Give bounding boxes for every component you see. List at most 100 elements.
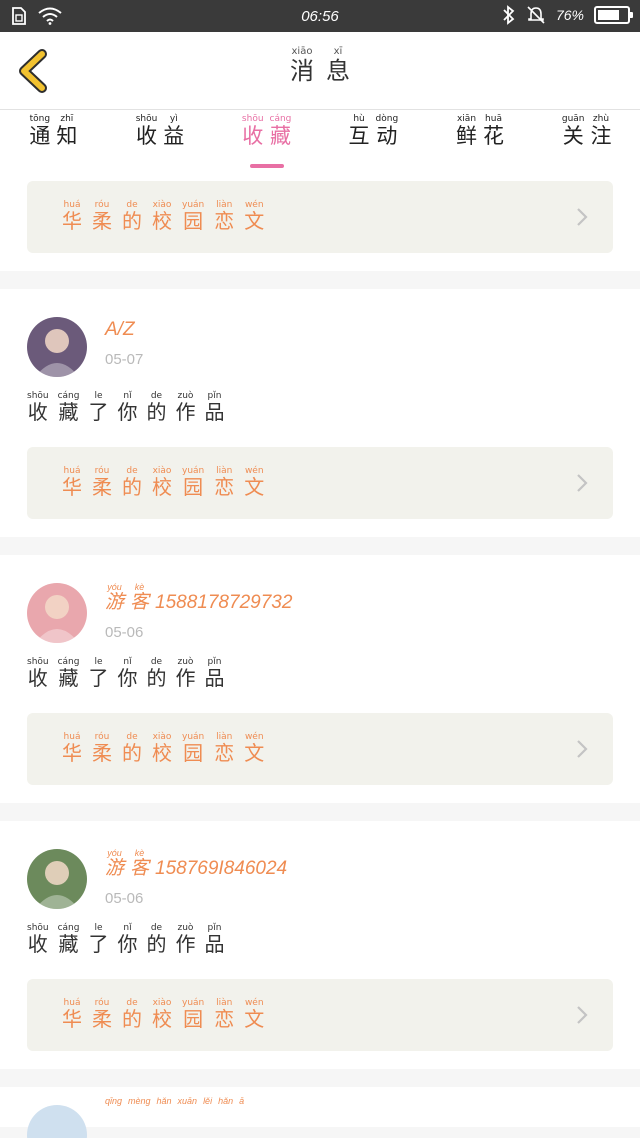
work-title-pinyin: róu — [92, 200, 112, 210]
tab-label-char: 鲜xiān — [456, 114, 478, 148]
work-title-pinyin: liàn — [214, 998, 235, 1008]
avatar[interactable] — [27, 1105, 87, 1138]
tab-label-char: 互hù — [348, 114, 370, 148]
work-title-pinyin: róu — [92, 732, 112, 742]
work-title-pinyin: liàn — [214, 466, 235, 476]
work-title-char: 文wén — [244, 200, 265, 233]
work-title-char: 校xiào — [152, 998, 172, 1031]
action-text-pinyin: nǐ — [117, 923, 138, 933]
work-title-char: 华huá — [62, 732, 82, 765]
username-text: 158769I846024 — [155, 858, 288, 879]
action-text-char: 收shōu — [27, 923, 49, 956]
username[interactable]: A/Z — [105, 317, 143, 343]
partial-username-char: qīng — [105, 1096, 122, 1129]
work-title-pinyin: yuán — [182, 998, 205, 1008]
work-title-pinyin: yuán — [182, 466, 205, 476]
partial-username-pinyin: xuān — [177, 1096, 198, 1106]
bell-muted-icon — [527, 6, 545, 24]
work-title-pinyin: róu — [92, 998, 112, 1008]
list-item-partial-bottom: qīng mèng hǎn xuān lěi hǎn ā — [0, 1087, 640, 1138]
username[interactable]: 游yóu客kè158769I846024 — [105, 848, 288, 882]
tab-label-pinyin: hù — [348, 114, 370, 124]
username-prefix-pinyin: yóu — [105, 582, 125, 592]
work-title-pinyin: huá — [62, 200, 82, 210]
action-text-char: 藏cáng — [57, 391, 80, 424]
action-text-pinyin: zuò — [175, 391, 196, 401]
action-text-char: 收shōu — [27, 391, 49, 424]
action-text-pinyin: de — [146, 391, 167, 401]
work-title-pinyin: de — [122, 998, 142, 1008]
action-text-pinyin: de — [146, 923, 167, 933]
username[interactable]: 游yóu客kè1588178729732 — [105, 582, 292, 616]
work-title-pinyin: wén — [244, 466, 265, 476]
action-text-pinyin: cáng — [57, 923, 80, 933]
partial-username-char: hǎn — [218, 1096, 233, 1129]
username-prefix-pinyin: yóu — [105, 848, 125, 858]
list-item: A/Z 05-07 收shōu 藏cáng 了le 你nǐ 的de 作zuò 品pǐn 华huá 柔… — [0, 289, 640, 537]
work-title-char: 柔róu — [92, 200, 112, 233]
tab-label-char: 关guān — [561, 114, 585, 148]
work-title-char: 园yuán — [182, 466, 205, 499]
partial-username-char: hǎn — [157, 1096, 172, 1129]
work-title-pinyin: huá — [62, 998, 82, 1008]
partial-username-pinyin: qīng — [105, 1096, 123, 1106]
action-text-pinyin: de — [146, 657, 167, 667]
tab-interaction[interactable]: 互hù动dòng — [320, 110, 427, 170]
work-title-pinyin: wén — [244, 732, 265, 742]
work-title-char: 校xiào — [152, 732, 172, 765]
partial-username-char: lěi — [203, 1096, 212, 1129]
action-text-pinyin: zuò — [175, 923, 196, 933]
list-item-partial-top: 华huá 柔róu 的de 校xiào 园yuán 恋liàn 文wén — [0, 170, 640, 271]
work-link[interactable]: 华huá 柔róu 的de 校xiào 园yuán 恋liàn 文wén — [27, 447, 613, 519]
work-title-char: 柔róu — [92, 998, 112, 1031]
work-title-char: 柔róu — [92, 466, 112, 499]
tab-label-char: 花huā — [483, 114, 505, 148]
work-title-char: 恋liàn — [214, 998, 235, 1031]
collection-messages-screen: 06:56 76% 消xiāo息xī 通tōng知zhī 收shōu益yì 收shō… — [0, 0, 640, 1138]
avatar[interactable] — [27, 849, 87, 909]
status-bar: 06:56 76% — [0, 0, 640, 32]
partial-username-pinyin: mèng — [128, 1096, 151, 1106]
date: 05-06 — [105, 624, 144, 641]
action-text-char: 你nǐ — [117, 657, 138, 690]
action-text-pinyin: le — [88, 657, 109, 667]
tab-notice[interactable]: 通tōng知zhī — [0, 110, 107, 170]
work-title-char: 园yuán — [182, 998, 205, 1031]
work-title-pinyin: yuán — [182, 732, 205, 742]
action-text-char: 收shōu — [27, 657, 49, 690]
work-title-char: 华huá — [62, 998, 82, 1031]
tab-flowers[interactable]: 鲜xiān花huā — [427, 110, 534, 170]
chevron-right-icon — [577, 208, 588, 226]
tab-label-char: 动dòng — [375, 114, 399, 148]
tab-label-pinyin: shōu — [135, 114, 158, 124]
work-title: 华huá 柔róu 的de 校xiào 园yuán 恋liàn 文wén — [57, 200, 269, 234]
tab-label-char: 注zhù — [590, 114, 612, 148]
tab-label-pinyin: shōu — [241, 114, 264, 124]
avatar[interactable] — [27, 583, 87, 643]
action-text: 收shōu 藏cáng 了le 你nǐ 的de 作zuò 品pǐn — [27, 923, 613, 957]
username[interactable]: qīng mèng hǎn xuān lěi hǎn ā — [105, 1096, 250, 1132]
chevron-right-icon — [577, 1006, 588, 1024]
work-title-pinyin: liàn — [214, 200, 235, 210]
tab-collection[interactable]: 收shōu藏cáng — [213, 110, 320, 170]
work-link[interactable]: 华huá 柔róu 的de 校xiào 园yuán 恋liàn 文wén — [27, 181, 613, 253]
work-title-char: 的de — [122, 466, 142, 499]
tab-earnings[interactable]: 收shōu益yì — [107, 110, 214, 170]
action-text-char: 作zuò — [175, 657, 196, 690]
work-link[interactable]: 华huá 柔róu 的de 校xiào 园yuán 恋liàn 文wén — [27, 979, 613, 1051]
partial-username-char: ā — [239, 1096, 244, 1129]
battery-percent: 76% — [555, 7, 584, 23]
work-title-pinyin: liàn — [214, 732, 235, 742]
tab-follow[interactable]: 关guān注zhù — [533, 110, 640, 170]
work-link[interactable]: 华huá 柔róu 的de 校xiào 园yuán 恋liàn 文wén — [27, 713, 613, 785]
page-title: 消xiāo 息xī — [0, 46, 640, 86]
action-text-char: 了le — [88, 923, 109, 956]
partial-username-pinyin: lěi — [203, 1096, 213, 1106]
action-text-char: 藏cáng — [57, 923, 80, 956]
work-title-char: 校xiào — [152, 466, 172, 499]
avatar[interactable] — [27, 317, 87, 377]
work-title-pinyin: xiào — [152, 200, 172, 210]
username-prefix-char: 客kè — [130, 582, 150, 613]
work-title-char: 恋liàn — [214, 466, 235, 499]
tab-label-pinyin: guān — [561, 114, 585, 124]
